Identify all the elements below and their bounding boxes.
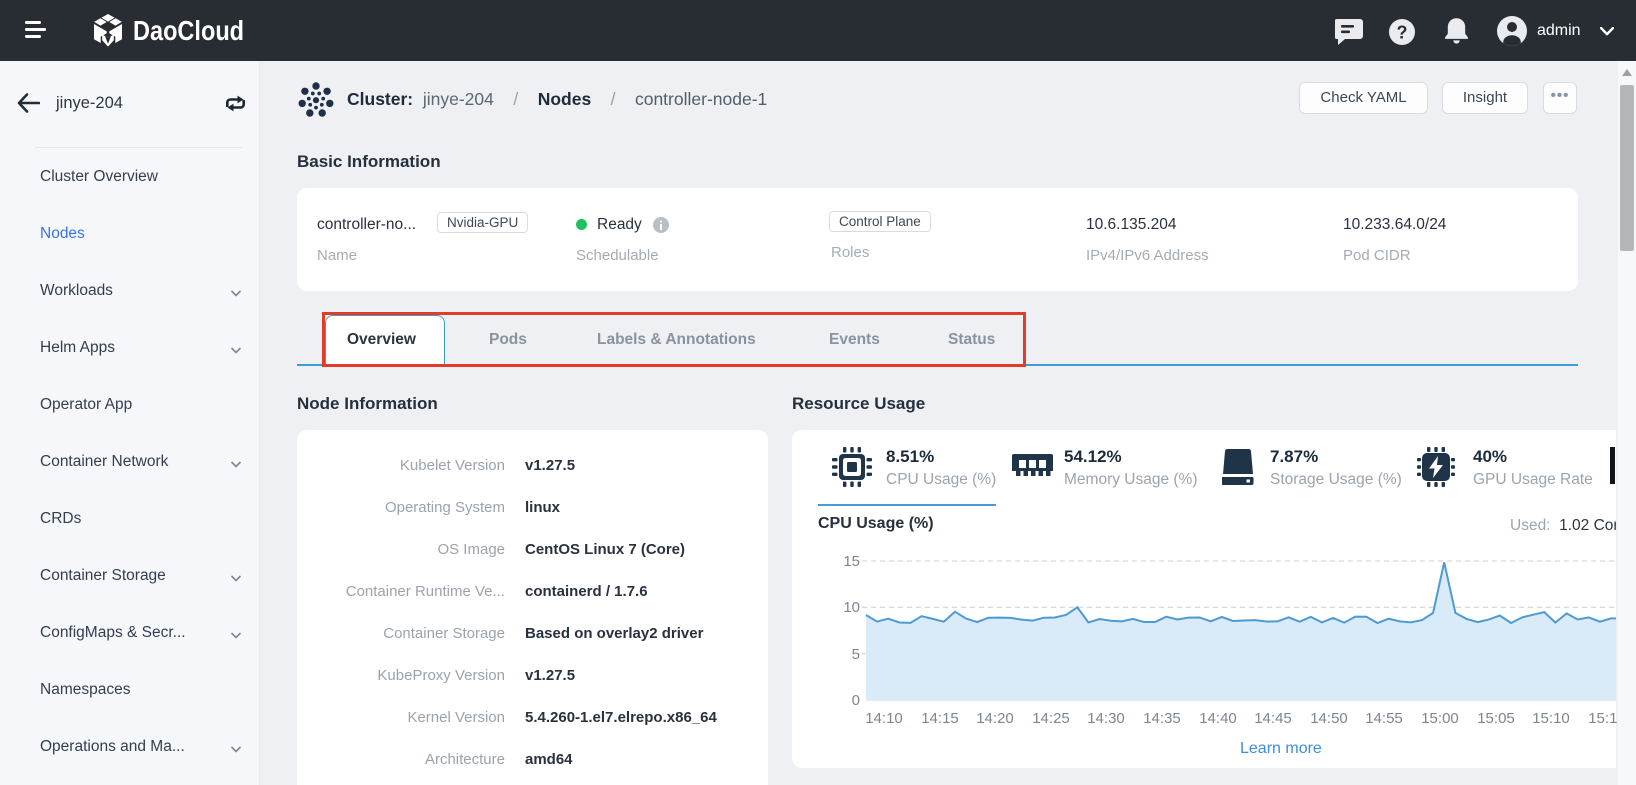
svg-text:?: ? <box>1397 23 1408 43</box>
